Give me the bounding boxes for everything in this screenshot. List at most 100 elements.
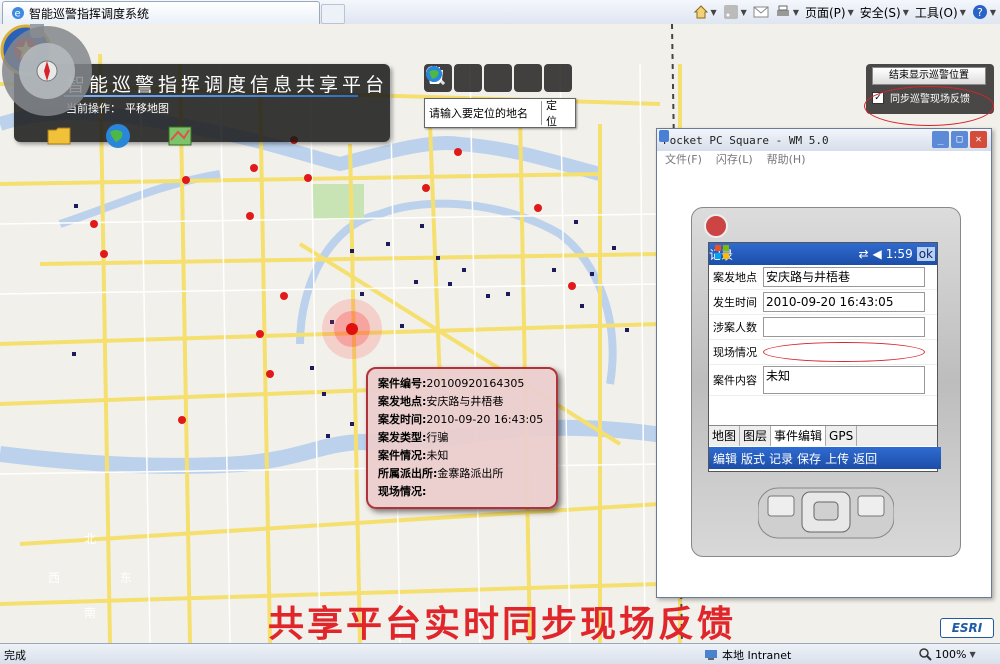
pda-emulator-window: Pocket PC Square - WM 5.0 _ □ ✕ 文件(F) 闪存… <box>656 128 992 598</box>
popup-row: 所属派出所: 金寨路派出所 <box>378 465 556 483</box>
home-icon <box>693 5 708 19</box>
stop-patrol-display-button[interactable]: 结束显示巡警位置 <box>872 67 986 85</box>
pda-screen: 记录 ⇄ ◀ 1:59 ok 案发地点 安庆路与井梧巷 发生时间 2010-09-2… <box>708 242 941 472</box>
feeds-button[interactable]: ▼ <box>723 4 747 20</box>
home-button[interactable]: ▼ <box>693 4 717 20</box>
esri-logo: ESRI <box>940 618 994 638</box>
field-label: 案发地点 <box>713 271 757 284</box>
zoom-level: 100% <box>935 647 967 661</box>
ie-icon: e <box>12 7 24 20</box>
browser-tab[interactable]: e 智能巡警指挥调度系统 <box>2 1 345 24</box>
minimize-button[interactable]: _ <box>932 131 949 148</box>
dpad-icon[interactable] <box>758 478 894 542</box>
softkey-save[interactable]: 保存 <box>797 450 821 467</box>
tab-layers[interactable]: 图层 <box>740 426 772 446</box>
field-input[interactable]: 安庆路与井梧巷 <box>763 267 925 287</box>
popup-key: 案发地点: <box>378 395 427 408</box>
field-input[interactable] <box>763 342 925 362</box>
place-search-input[interactable] <box>425 106 541 120</box>
zoom-out-button[interactable] <box>426 64 482 92</box>
tools-menu[interactable]: 工具(O) ▼ <box>915 4 966 21</box>
command-bar: ▼ ▼ ▼ 页面(P) ▼ 安全(S) ▼ 工具(O) ▼ ? ▼ <box>693 2 996 22</box>
app-title: 智能巡警指挥调度信息共享平台 <box>66 74 389 96</box>
popup-row: 案发地点: 安庆路与井梧巷 <box>378 393 556 411</box>
full-extent-button[interactable] <box>426 64 542 92</box>
current-op-value: 平移地图 <box>125 102 169 115</box>
pda-titlebar: Pocket PC Square - WM 5.0 _ □ ✕ <box>657 129 991 151</box>
locate-button[interactable]: 定 位 <box>541 99 575 128</box>
pda-window-title: Pocket PC Square - WM 5.0 <box>663 133 829 147</box>
globe-icon[interactable] <box>104 122 132 150</box>
close-button[interactable]: ✕ <box>970 131 987 148</box>
security-zone: 本地 Intranet <box>704 647 791 663</box>
field-input[interactable]: 2010-09-20 16:43:05 <box>763 292 925 312</box>
softkey-back[interactable]: 返回 <box>853 450 877 467</box>
caption-banner: 共享平台实时同步现场反馈 <box>268 603 737 643</box>
tab-event-edit[interactable]: 事件编辑 <box>771 426 827 446</box>
highlight-ellipse <box>864 86 994 126</box>
incident-popup: 案件编号: 20100920164305 案发地点: 安庆路与井梧巷 案发时间: 20… <box>366 367 558 509</box>
previous-extent-button[interactable] <box>426 64 572 92</box>
softkey-upload[interactable]: 上传 <box>825 450 849 467</box>
form-row: 案件内容 未知 <box>709 365 937 396</box>
field-label: 现场情况 <box>713 346 757 359</box>
status-text: 完成 <box>4 649 26 662</box>
menu-file[interactable]: 文件(F) <box>665 151 702 169</box>
map-tools <box>424 64 572 94</box>
page-menu[interactable]: 页面(P) ▼ <box>805 4 854 21</box>
pda-clock: 1:59 <box>885 247 913 261</box>
menu-flash[interactable]: 闪存(L) <box>716 151 753 169</box>
power-icon[interactable] <box>704 214 728 238</box>
popup-value: 20100920164305 <box>426 377 525 390</box>
menu-help[interactable]: 帮助(H) <box>767 151 806 169</box>
popup-value: 2010-09-20 16:43:05 <box>426 413 544 426</box>
softkey-record[interactable]: 记录 <box>769 450 793 467</box>
folder-icon[interactable] <box>46 122 74 150</box>
field-label: 发生时间 <box>713 296 757 309</box>
form-row: 涉案人数 <box>709 315 937 340</box>
locate-box: 定 位 <box>424 98 576 128</box>
new-tab-button[interactable] <box>321 4 345 24</box>
form-row: 现场情况 <box>709 340 937 365</box>
safety-menu[interactable]: 安全(S) ▼ <box>860 4 909 21</box>
softkey-layout[interactable]: 版式 <box>741 450 765 467</box>
popup-value: 安庆路与井梧巷 <box>426 395 504 408</box>
help-button[interactable]: ? ▼ <box>972 4 996 20</box>
compass-east-label: 东 <box>120 571 133 585</box>
feeds-icon <box>723 5 738 19</box>
tab-gps[interactable]: GPS <box>826 426 858 446</box>
popup-key: 案件编号: <box>378 377 427 390</box>
form-row: 发生时间 2010-09-20 16:43:05 <box>709 290 937 315</box>
windows-start-icon[interactable] <box>713 243 731 261</box>
print-icon <box>776 5 789 16</box>
popup-row: 案发时间: 2010-09-20 16:43:05 <box>378 411 556 429</box>
map-layer-icon[interactable] <box>166 122 194 150</box>
field-label: 涉案人数 <box>713 321 757 334</box>
maximize-button[interactable]: □ <box>951 131 968 148</box>
mail-icon <box>753 6 769 18</box>
compass-icon[interactable] <box>0 24 94 118</box>
pda-tabs: 地图 图层 事件编辑 GPS <box>709 425 937 446</box>
field-input[interactable]: 未知 <box>763 366 925 394</box>
pda-app-icon <box>659 130 669 142</box>
field-input[interactable] <box>763 317 925 337</box>
compass-west-label: 西 <box>48 571 61 585</box>
pda-window-buttons: _ □ ✕ <box>932 131 987 148</box>
pan-button[interactable] <box>428 64 512 92</box>
pda-menubar: 文件(F) 闪存(L) 帮助(H) <box>657 151 991 169</box>
browser-status-bar: 完成 本地 Intranet 100% ▼ <box>0 643 1000 664</box>
map-canvas[interactable]: 智能巡警指挥调度信息共享平台 当前操作：平移地图 定 位 结束显示巡警位置 ✓ … <box>0 24 1000 643</box>
popup-key: 现场情况: <box>378 485 427 498</box>
safety-menu-label: 安全(S) <box>859 5 901 20</box>
browser-tab-bar: e 智能巡警指挥调度系统 ▼ ▼ ▼ 页面(P) ▼ 安全(S) ▼ 工具(O) ▼ … <box>0 0 1000 25</box>
ok-button[interactable]: ok <box>916 247 935 261</box>
compass-south-label: 南 <box>84 606 97 620</box>
zoom-control[interactable]: 100% ▼ <box>918 647 976 661</box>
svg-text:?: ? <box>977 6 983 19</box>
form-row: 案发地点 安庆路与井梧巷 <box>709 265 937 290</box>
popup-key: 案件情况: <box>378 449 427 462</box>
mail-button[interactable] <box>753 4 769 20</box>
tab-map[interactable]: 地图 <box>709 426 741 446</box>
softkey-edit[interactable]: 编辑 <box>713 450 737 467</box>
print-button[interactable]: ▼ <box>775 4 799 20</box>
